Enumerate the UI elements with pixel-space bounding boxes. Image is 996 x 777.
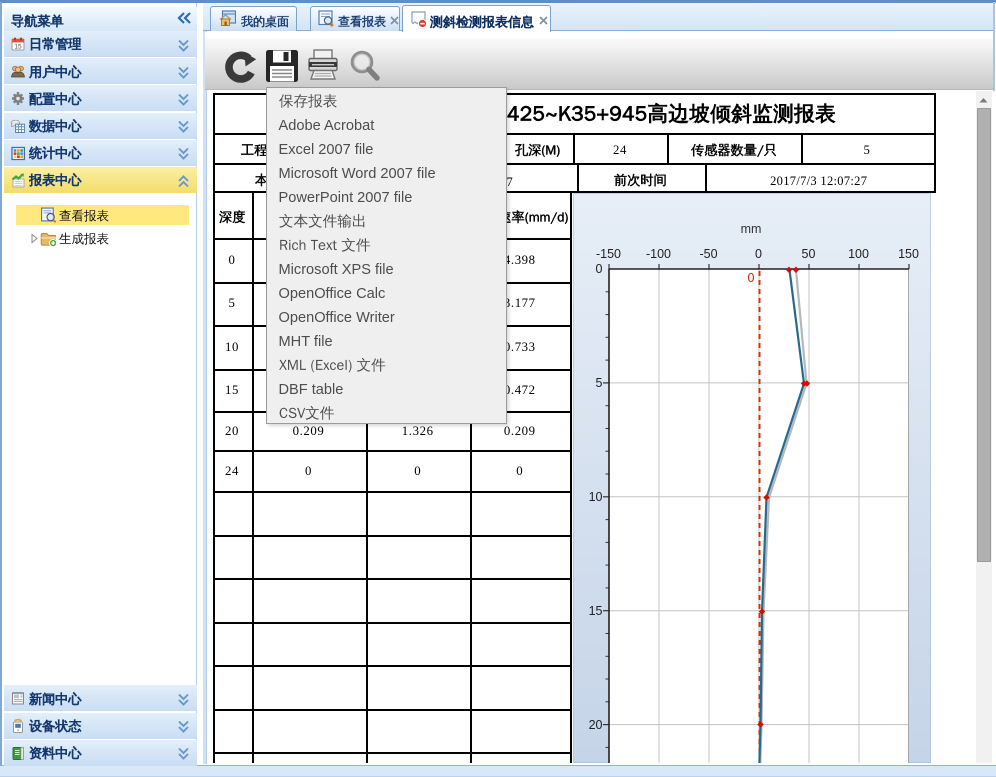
svg-text:15: 15 xyxy=(14,44,22,51)
